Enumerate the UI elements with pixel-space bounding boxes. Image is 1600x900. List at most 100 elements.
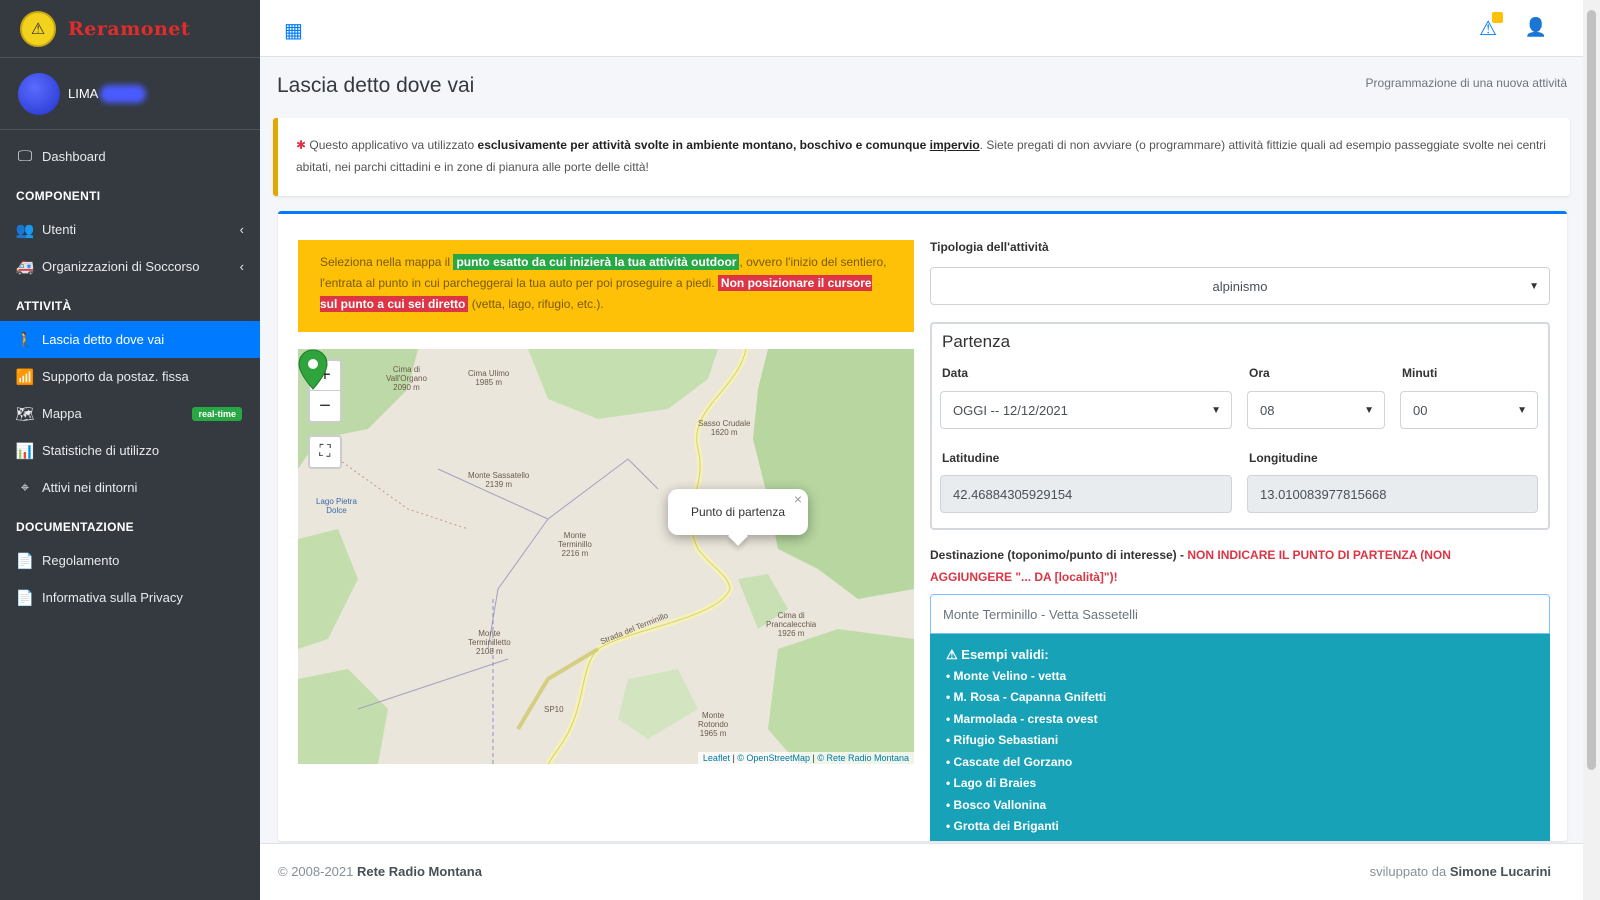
- chevron-down-icon: ▼: [1364, 404, 1374, 416]
- example-item: • Marmolada - cresta ovest: [946, 711, 1098, 726]
- developer-link[interactable]: Simone Lucarini: [1450, 864, 1551, 879]
- attribution-link[interactable]: Leaflet: [703, 753, 730, 763]
- sidebar-item-regolamento[interactable]: 📄 Regolamento: [0, 542, 260, 579]
- chevron-left-icon: ‹: [239, 259, 244, 274]
- instr-text-5: (vetta, lago, rifugio, etc.).: [471, 297, 604, 311]
- ora-select[interactable]: 08 ▼: [1247, 391, 1385, 429]
- destination-input[interactable]: Monte Terminillo - Vetta Sassetelli: [930, 594, 1550, 634]
- latitude-field[interactable]: 42.46884305929154: [940, 475, 1232, 513]
- warning-icon: ⚠: [946, 647, 958, 662]
- page-scrollbar[interactable]: [1583, 0, 1600, 900]
- asterisk-icon: ✱: [296, 138, 307, 152]
- sidebar: ⚠ Reramonet LIMA 🖵 Dashboard COMPONENTI …: [0, 0, 260, 900]
- sidebar-item-mappa[interactable]: 🗺 Mappa real-time: [0, 395, 260, 432]
- map-icon: 🗺: [15, 405, 35, 423]
- sidebar-item-attivi[interactable]: ⌖ Attivi nei dintorni: [0, 469, 260, 506]
- ambulance-icon: 🚑: [15, 258, 35, 276]
- longitude-field[interactable]: 13.010083977815668: [1247, 475, 1538, 513]
- fullscreen-icon: ⛶: [319, 443, 331, 460]
- breadcrumb: Programmazione di una nuova attività: [1365, 76, 1567, 90]
- example-item: • Grotta dei Briganti: [946, 819, 1059, 833]
- tipologia-select[interactable]: alpinismo ▼: [930, 267, 1550, 305]
- input-value: Monte Terminillo - Vetta Sassetelli: [943, 606, 1138, 622]
- footer-left: © 2008-2021 Rete Radio Montana: [278, 864, 482, 879]
- map[interactable]: Cima di Vall'Organo 2090 m Cima Ulimo 1985 …: [298, 349, 914, 764]
- zoom-out-button[interactable]: −: [310, 391, 340, 421]
- minuti-label: Minuti: [1402, 366, 1438, 380]
- sidebar-item-label: Informativa sulla Privacy: [42, 590, 183, 605]
- activity-form: Tipologia dell'attività alpinismo ▼ Part…: [930, 214, 1550, 841]
- scrollbar-thumb[interactable]: [1587, 10, 1596, 770]
- document-icon: 📄: [15, 552, 35, 570]
- map-label: Monte Terminillo 2216 m: [558, 531, 592, 558]
- examples-box: ⚠ Esempi validi: • Monte Velino - vetta …: [930, 634, 1550, 841]
- sidebar-item-label: Utenti: [42, 222, 76, 237]
- alert-triangle-icon[interactable]: ⚠: [1479, 12, 1503, 41]
- map-instructions: Seleziona nella mappa il punto esatto da…: [298, 240, 914, 332]
- ora-label: Ora: [1249, 366, 1270, 380]
- sidebar-item-dashboard[interactable]: 🖵 Dashboard: [0, 138, 260, 175]
- field-value: 13.010083977815668: [1260, 486, 1387, 502]
- brand-name: Reramonet: [68, 17, 191, 40]
- select-value: OGGI -- 12/12/2021: [953, 402, 1068, 418]
- example-item: • Cascate del Gorzano: [946, 754, 1073, 769]
- chevron-left-icon: ‹: [239, 222, 244, 237]
- example-item: • Rifugio Sebastiani: [946, 733, 1059, 747]
- notification-badge: [1492, 12, 1503, 23]
- example-item: • Lago di Braies: [946, 776, 1037, 790]
- sidebar-item-label: Organizzazioni di Soccorso: [42, 259, 200, 274]
- select-value: 08: [1260, 402, 1275, 418]
- attribution-link[interactable]: © Rete Radio Montana: [817, 753, 909, 763]
- map-label: Monte Rotondo 1965 m: [698, 711, 729, 738]
- popup-close-icon[interactable]: ×: [794, 491, 802, 507]
- examples-title: ⚠ Esempi validi:: [946, 644, 1534, 666]
- brand-logo-icon: ⚠: [20, 10, 56, 47]
- nav-header-activity: ATTIVITÀ: [16, 299, 72, 313]
- callout-text-1: Questo applicativo va utilizzato: [309, 138, 475, 152]
- brand[interactable]: ⚠ Reramonet: [0, 0, 260, 58]
- data-select[interactable]: OGGI -- 12/12/2021 ▼: [940, 391, 1232, 429]
- document-icon: 📄: [15, 589, 35, 607]
- dev-prefix: sviluppato da: [1369, 864, 1447, 879]
- footer-org-link[interactable]: Rete Radio Montana: [357, 864, 482, 879]
- sidebar-item-privacy[interactable]: 📄 Informativa sulla Privacy: [0, 579, 260, 616]
- hiking-icon: 🚶: [15, 331, 35, 349]
- chart-icon: 📊: [15, 442, 35, 460]
- destination-label: Destinazione (toponimo/punto di interess…: [930, 544, 1530, 588]
- user-panel[interactable]: LIMA: [0, 58, 260, 130]
- dest-label-text: Destinazione (toponimo/punto di interess…: [930, 548, 1185, 562]
- map-label: Sasso Crudale 1620 m: [698, 419, 751, 437]
- lat-label: Latitudine: [942, 451, 1000, 465]
- partenza-legend: Partenza: [942, 332, 1011, 351]
- chevron-down-icon: ▼: [1529, 280, 1539, 292]
- map-label: Monte Terminilletto 2108 m: [468, 629, 511, 656]
- select-value: 00: [1413, 402, 1428, 418]
- users-icon: 👥: [15, 221, 35, 239]
- dashboard-icon: 🖵: [17, 148, 33, 165]
- map-label: Monte Sassatello 2139 m: [468, 471, 530, 489]
- location-marker-icon[interactable]: [298, 349, 328, 391]
- user-icon[interactable]: 👤: [1525, 17, 1547, 38]
- example-item: • M. Rosa - Capanna Gnifetti: [946, 690, 1107, 704]
- grid-menu-icon[interactable]: ▦: [284, 18, 303, 43]
- data-label: Data: [942, 366, 969, 380]
- avatar: [18, 72, 60, 115]
- sidebar-item-supporto[interactable]: 📶 Supporto da postaz. fissa: [0, 358, 260, 395]
- map-attribution: Leaflet | © OpenStreetMap | © Rete Radio…: [697, 752, 914, 764]
- sidebar-item-organizzazioni[interactable]: 🚑 Organizzazioni di Soccorso ‹: [0, 248, 260, 285]
- page-title: Lascia detto dove vai: [277, 74, 475, 97]
- tipologia-label: Tipologia dell'attività: [930, 240, 1049, 254]
- sidebar-nav: 🖵 Dashboard COMPONENTI 👥 Utenti ‹ 🚑 Orga…: [0, 130, 260, 616]
- content-header: Lascia detto dove vai Programmazione di …: [277, 70, 1567, 106]
- sidebar-item-lascia-detto[interactable]: 🚶 Lascia detto dove vai: [0, 321, 260, 358]
- map-label: Cima Ulimo 1985 m: [468, 369, 510, 387]
- copyright: © 2008-2021: [278, 864, 354, 879]
- attribution-link[interactable]: © OpenStreetMap: [737, 753, 810, 763]
- sidebar-item-utenti[interactable]: 👥 Utenti ‹: [0, 211, 260, 248]
- sidebar-item-statistiche[interactable]: 📊 Statistiche di utilizzo: [0, 432, 260, 469]
- fullscreen-button[interactable]: ⛶: [308, 435, 342, 469]
- warning-callout: ✱ Questo applicativo va utilizzato esclu…: [273, 118, 1570, 196]
- sidebar-item-label: Regolamento: [42, 553, 120, 568]
- minuti-select[interactable]: 00 ▼: [1400, 391, 1538, 429]
- field-value: 42.46884305929154: [953, 486, 1073, 502]
